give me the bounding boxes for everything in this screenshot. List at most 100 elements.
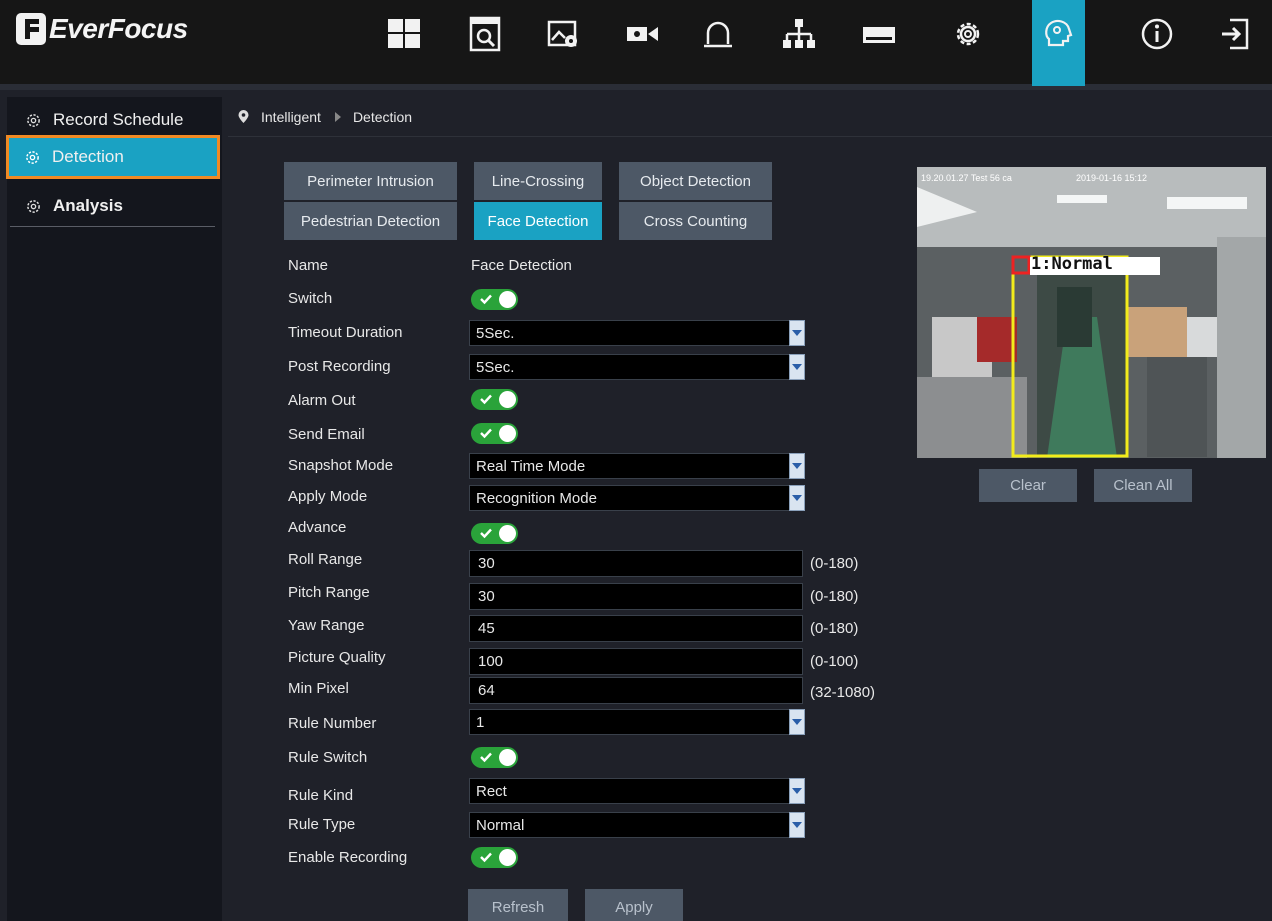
advance-toggle[interactable] — [471, 523, 518, 544]
apply-mode-select[interactable]: Recognition Mode — [469, 485, 805, 511]
pitch-range-input[interactable]: 30 — [469, 583, 803, 610]
osd-right-text: 2019-01-16 15:12 — [1076, 173, 1148, 183]
tab-face-detection[interactable]: Face Detection — [474, 202, 602, 240]
rule-number-value: 1 — [476, 713, 485, 731]
snapshot-mode-value: Real Time Mode — [476, 457, 586, 475]
enable-recording-label: Enable Recording — [288, 849, 408, 866]
rule-switch-label: Rule Switch — [288, 749, 368, 766]
apply-mode-value: Recognition Mode — [476, 489, 597, 507]
roll-range-label: Roll Range — [288, 551, 363, 568]
advance-label: Advance — [288, 519, 347, 536]
osd-left-text: 19.20.01.27 Test 56 ca — [921, 173, 1012, 183]
image-settings-icon[interactable] — [541, 12, 585, 56]
location-pin-icon — [238, 110, 249, 123]
sidebar-item-analysis[interactable]: Analysis — [10, 188, 215, 224]
logout-icon[interactable] — [1213, 12, 1257, 56]
gear-icon — [27, 113, 40, 127]
everfocus-logo: EverFocus — [16, 12, 188, 46]
alarm-out-toggle[interactable] — [471, 389, 518, 410]
min-pixel-hint: (32-1080) — [810, 684, 876, 701]
rule-kind-value: Rect — [476, 782, 507, 800]
check-icon — [480, 528, 492, 539]
rule-switch-toggle[interactable] — [471, 747, 518, 768]
rule-number-label: Rule Number — [288, 715, 377, 732]
chevron-down-icon[interactable] — [789, 812, 805, 838]
snapshot-mode-select[interactable]: Real Time Mode — [469, 453, 805, 479]
send-email-label: Send Email — [288, 426, 365, 443]
sidebar-item-detection[interactable]: Detection — [6, 135, 220, 179]
system-gear-icon[interactable] — [946, 12, 990, 56]
breadcrumb-section[interactable]: Intelligent — [261, 109, 321, 125]
post-recording-value: 5Sec. — [476, 358, 515, 376]
refresh-button[interactable]: Refresh — [468, 889, 568, 921]
tab-cross-counting[interactable]: Cross Counting — [619, 202, 772, 240]
roll-range-hint: (0-180) — [810, 555, 859, 572]
network-icon[interactable] — [777, 12, 821, 56]
snapshot-mode-label: Snapshot Mode — [288, 457, 394, 474]
pitch-range-label: Pitch Range — [288, 584, 370, 601]
check-icon — [480, 394, 492, 405]
send-email-toggle[interactable] — [471, 423, 518, 444]
breadcrumb: Intelligent Detection — [228, 97, 1272, 137]
yaw-range-input[interactable]: 45 — [469, 615, 803, 642]
tab-perimeter-intrusion[interactable]: Perimeter Intrusion — [284, 162, 457, 200]
yaw-range-label: Yaw Range — [288, 617, 365, 634]
info-icon[interactable] — [1135, 12, 1179, 56]
check-icon — [480, 752, 492, 763]
clear-button[interactable]: Clear — [979, 469, 1077, 502]
breadcrumb-arrow-icon — [334, 111, 341, 122]
camera-preview[interactable]: 19.20.01.27 Test 56 ca 2019-01-16 15:12 … — [917, 167, 1266, 458]
rule-number-select[interactable]: 1 — [469, 709, 805, 735]
tab-object-detection[interactable]: Object Detection — [619, 162, 772, 200]
alarm-out-label: Alarm Out — [288, 392, 356, 409]
picture-quality-hint: (0-100) — [810, 653, 859, 670]
clean-all-button[interactable]: Clean All — [1094, 469, 1192, 502]
timeout-duration-label: Timeout Duration — [288, 324, 403, 341]
timeout-duration-select[interactable]: 5Sec. — [469, 320, 805, 346]
tab-pedestrian-detection[interactable]: Pedestrian Detection — [284, 202, 457, 240]
sidebar-divider — [10, 226, 215, 227]
apply-button[interactable]: Apply — [585, 889, 683, 921]
pitch-range-hint: (0-180) — [810, 588, 859, 605]
chevron-down-icon[interactable] — [789, 453, 805, 479]
post-recording-select[interactable]: 5Sec. — [469, 354, 805, 380]
sidebar: Record Schedule Detection Analysis — [6, 97, 222, 921]
apply-mode-label: Apply Mode — [288, 488, 368, 505]
switch-toggle[interactable] — [471, 289, 518, 310]
layout-grid-icon[interactable] — [382, 12, 426, 56]
name-label: Name — [288, 257, 329, 274]
storage-hdd-icon[interactable] — [857, 12, 901, 56]
tab-line-crossing[interactable]: Line-Crossing — [474, 162, 602, 200]
picture-quality-input[interactable]: 100 — [469, 648, 803, 675]
chevron-down-icon[interactable] — [789, 354, 805, 380]
alarm-bell-icon[interactable] — [696, 12, 740, 56]
min-pixel-input[interactable]: 64 — [469, 677, 803, 704]
sidebar-item-label: Detection — [52, 147, 124, 166]
rule-label-overlay: 1:Normal — [1031, 254, 1113, 274]
check-icon — [480, 428, 492, 439]
rule-kind-label: Rule Kind — [288, 787, 354, 804]
switch-label: Switch — [288, 290, 333, 307]
rule-type-select[interactable]: Normal — [469, 812, 805, 838]
top-navigation-bar: EverFocus — [0, 0, 1272, 90]
playback-search-icon[interactable] — [463, 12, 507, 56]
chevron-down-icon[interactable] — [789, 778, 805, 804]
picture-quality-label: Picture Quality — [288, 649, 386, 666]
intelligent-head-icon[interactable] — [1036, 12, 1080, 56]
rule-kind-select[interactable]: Rect — [469, 778, 805, 804]
roll-range-input[interactable]: 30 — [469, 550, 803, 577]
breadcrumb-page: Detection — [352, 108, 413, 125]
chevron-down-icon[interactable] — [789, 485, 805, 511]
camera-icon[interactable] — [620, 12, 664, 56]
check-icon — [480, 852, 492, 863]
yaw-range-hint: (0-180) — [810, 620, 859, 637]
chevron-down-icon[interactable] — [789, 709, 805, 735]
chevron-down-icon[interactable] — [789, 320, 805, 346]
logo-mark-icon — [16, 13, 46, 45]
min-pixel-label: Min Pixel — [288, 680, 349, 697]
enable-recording-toggle[interactable] — [471, 847, 518, 868]
brand-name: EverFocus — [49, 13, 188, 44]
sidebar-item-label: Analysis — [53, 196, 123, 215]
name-value: Face Detection — [471, 257, 572, 274]
sidebar-item-record-schedule[interactable]: Record Schedule — [10, 102, 215, 138]
